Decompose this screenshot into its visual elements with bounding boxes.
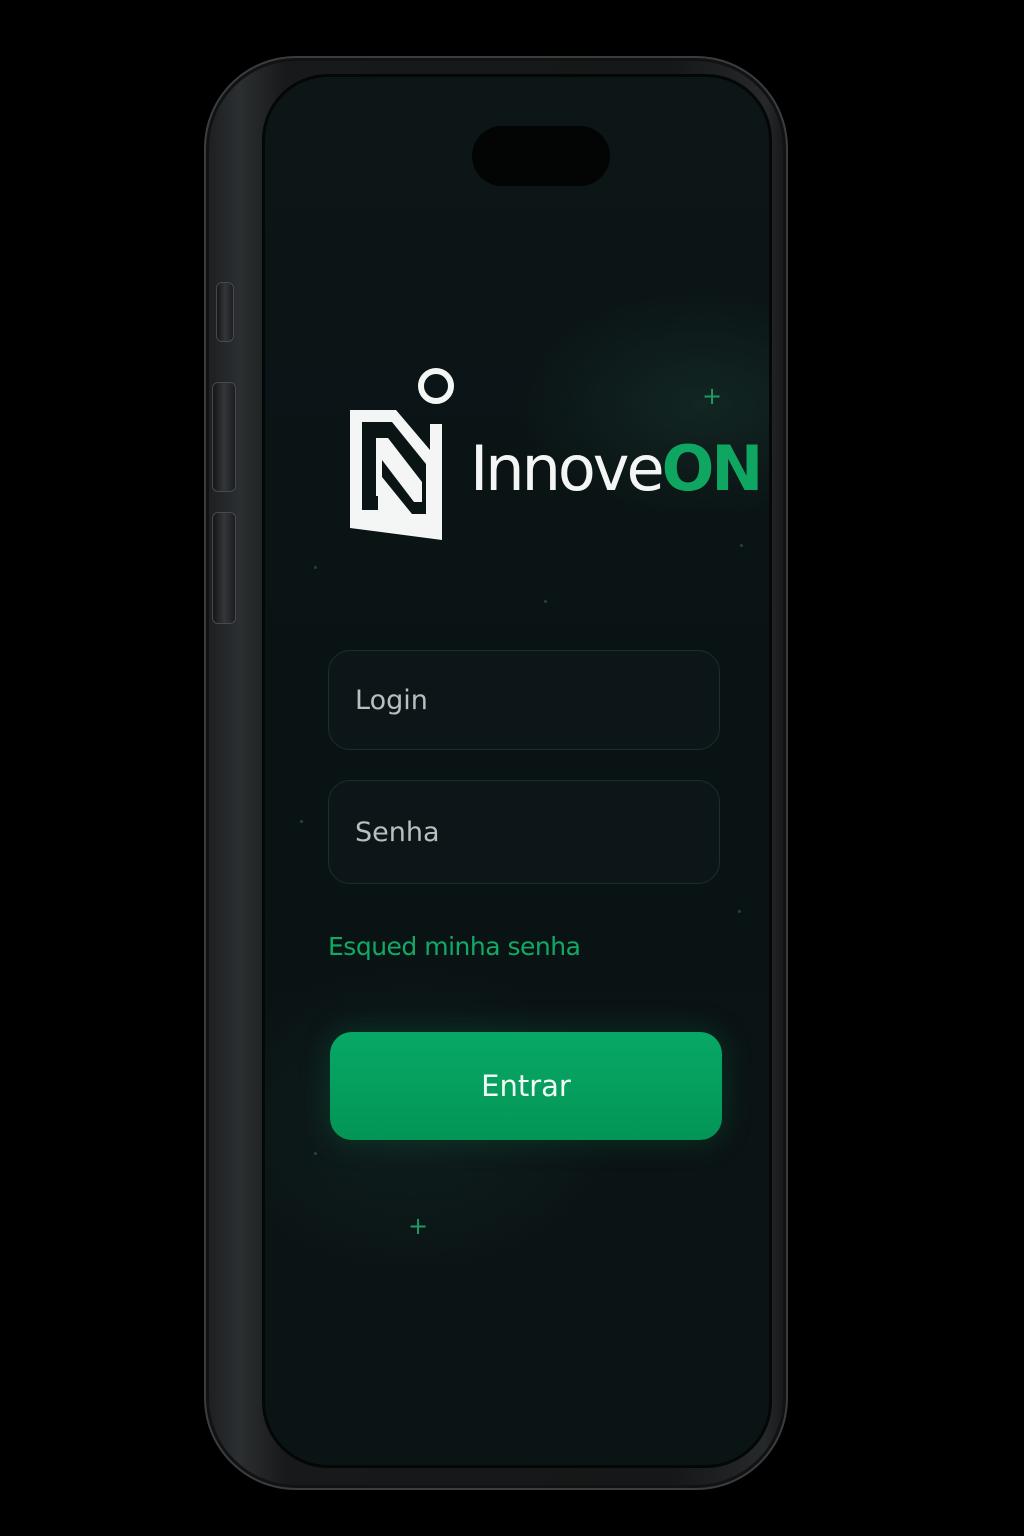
- volume-down-button: [212, 512, 236, 624]
- login-screen: + + InnoveON Esqued minha senha Entrar: [262, 74, 772, 1468]
- background-dot: [314, 1152, 317, 1155]
- login-field[interactable]: [328, 650, 720, 750]
- background-dot: [314, 566, 317, 569]
- innoveon-n-logo-icon: [350, 368, 454, 540]
- background-dot: [300, 820, 303, 823]
- background-dot: [738, 910, 741, 913]
- volume-up-button: [212, 382, 236, 492]
- password-field[interactable]: [328, 780, 720, 884]
- plus-sparkle-icon: +: [702, 382, 723, 410]
- forgot-password-link[interactable]: Esqued minha senha: [328, 932, 581, 961]
- brand-name-accent: ON: [661, 432, 764, 505]
- plus-sparkle-icon: +: [408, 1212, 429, 1240]
- dynamic-island: [472, 126, 610, 186]
- brand-wordmark: InnoveON: [470, 438, 763, 500]
- background-dot: [740, 544, 743, 547]
- brand-name-primary: Innove: [470, 432, 665, 505]
- background-dot: [544, 600, 547, 603]
- enter-button[interactable]: Entrar: [330, 1032, 722, 1140]
- login-input[interactable]: [355, 651, 695, 749]
- password-input[interactable]: [355, 781, 695, 883]
- action-button: [216, 282, 234, 342]
